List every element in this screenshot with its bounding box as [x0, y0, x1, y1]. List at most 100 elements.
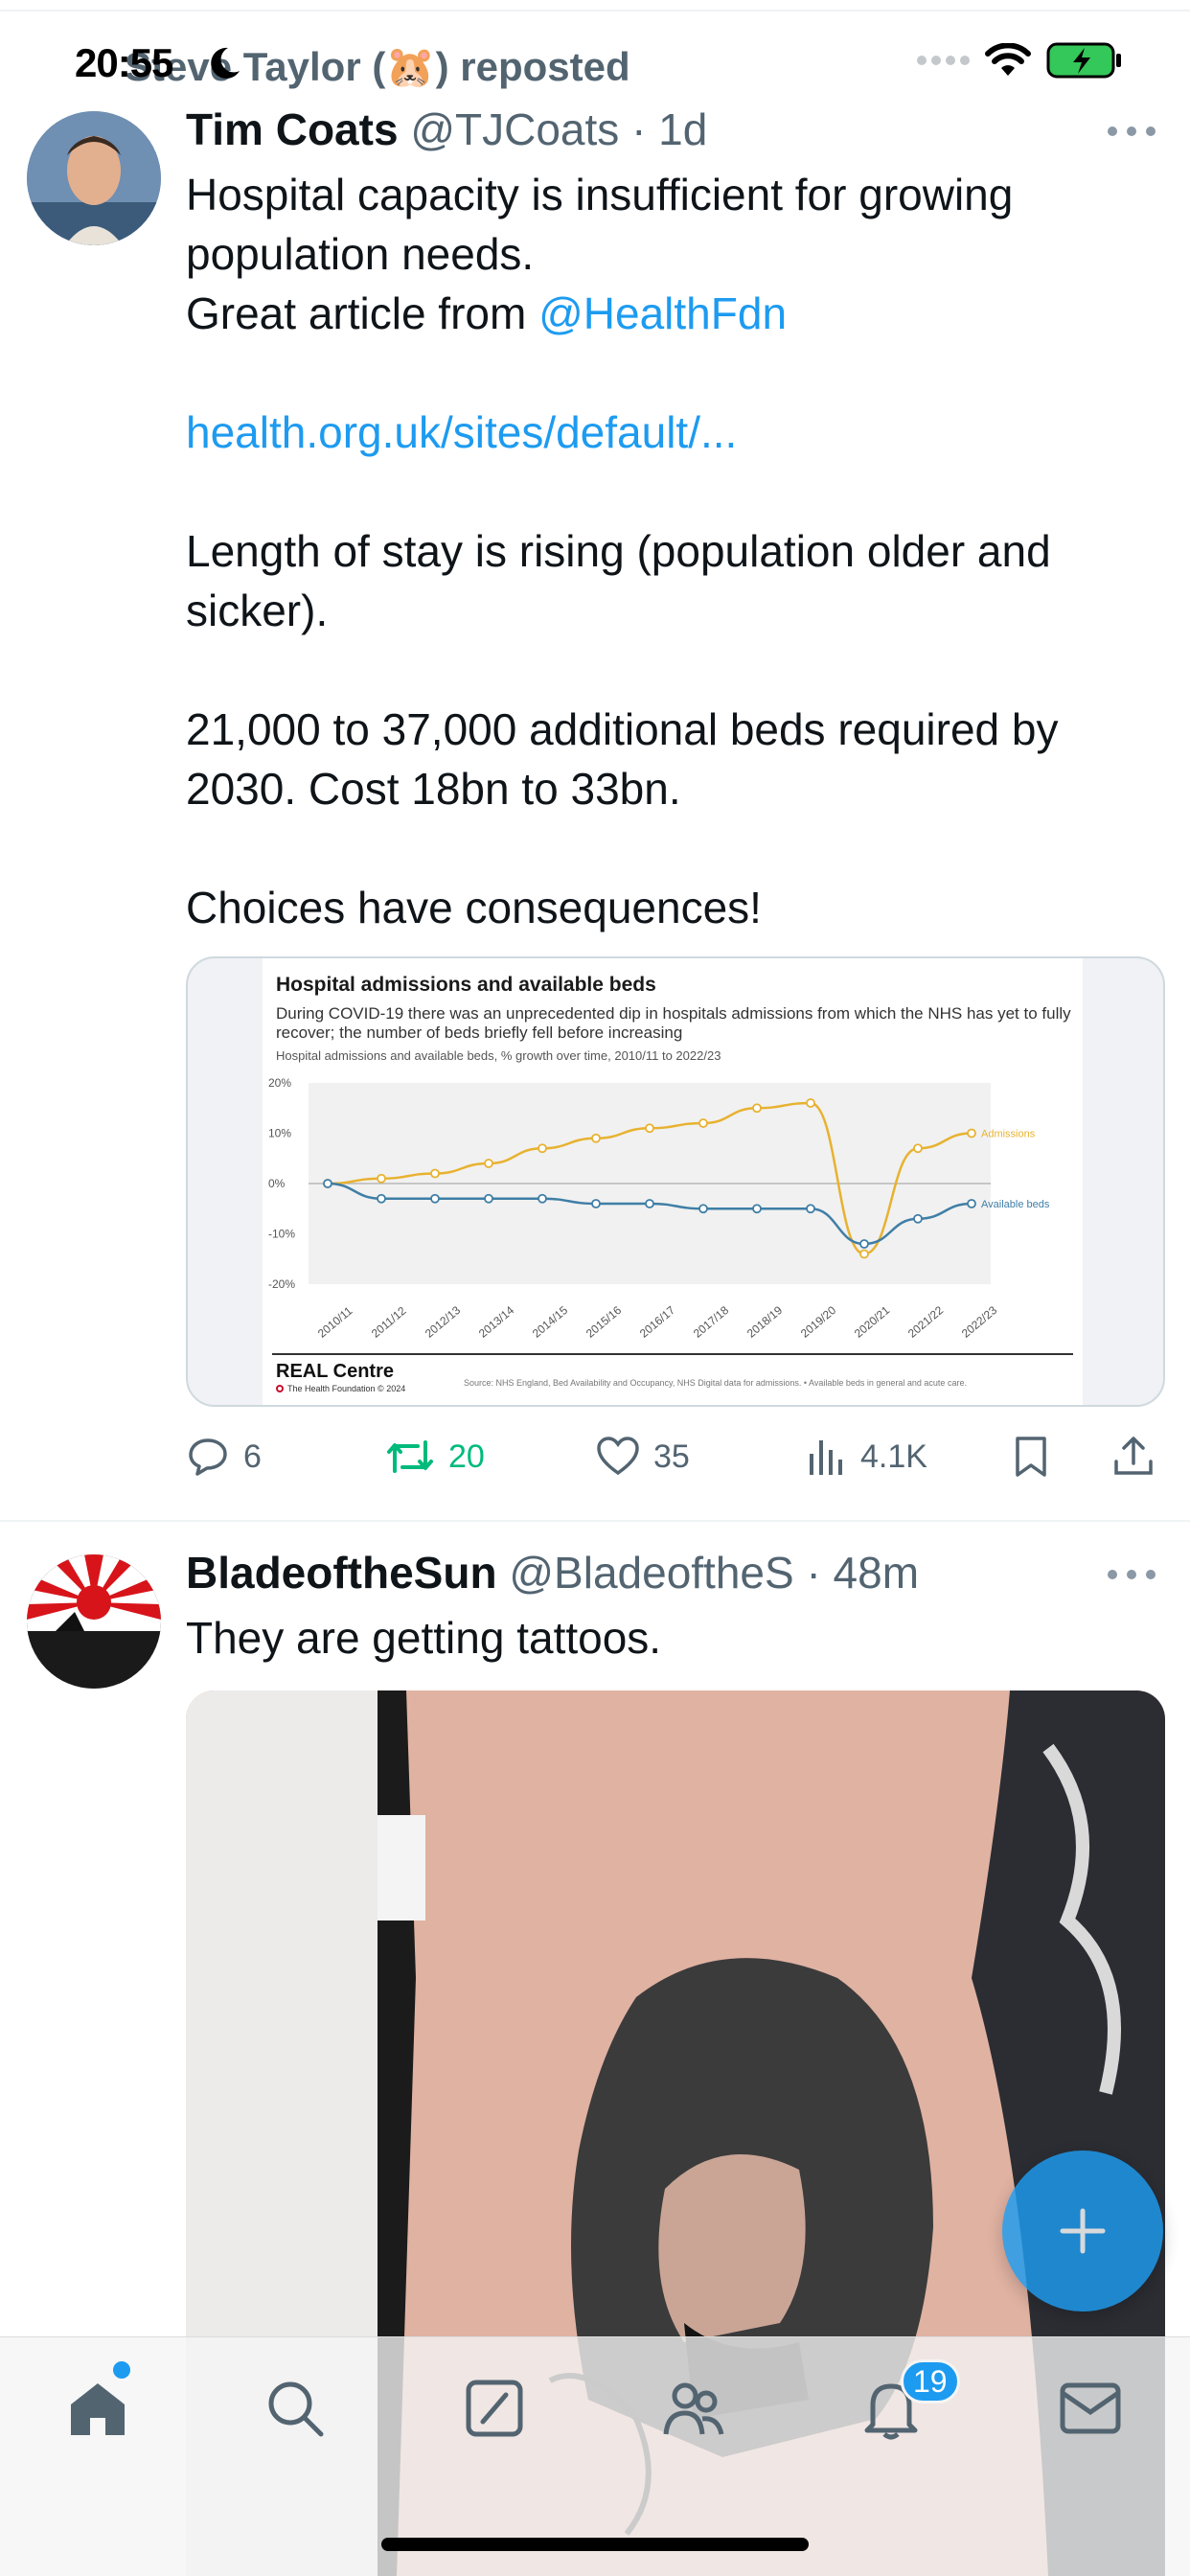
data-point	[591, 1199, 601, 1208]
author-name[interactable]: Tim Coats	[186, 104, 399, 154]
tweet-line: sicker).	[186, 586, 329, 635]
chart-source: Source: NHS England, Bed Availability an…	[464, 1378, 967, 1388]
cellular-signal-icon	[917, 56, 970, 65]
compose-fab[interactable]	[1002, 2150, 1163, 2312]
tweet-author-row: BladeoftheSun @BladeoftheS · 48m	[186, 1547, 919, 1598]
author-name[interactable]: BladeoftheSun	[186, 1548, 497, 1598]
data-point	[377, 1193, 386, 1204]
top-divider	[0, 10, 1190, 12]
x-tick-label: 2017/18	[691, 1303, 731, 1341]
bookmark-icon	[1016, 1437, 1046, 1477]
data-point	[752, 1204, 762, 1214]
tweet-line: Choices have consequences!	[186, 883, 762, 932]
tab-grok[interactable]	[456, 2370, 533, 2447]
data-point	[967, 1128, 976, 1138]
data-point	[752, 1103, 762, 1114]
repost-count: 20	[448, 1438, 485, 1475]
repost-button[interactable]: 20	[385, 1428, 485, 1485]
data-point	[323, 1179, 332, 1188]
grok-icon	[466, 2380, 523, 2437]
data-point	[913, 1213, 923, 1224]
bookmark-button[interactable]	[1012, 1428, 1050, 1485]
x-tick-label: 2010/11	[315, 1303, 355, 1340]
reply-button[interactable]: 6	[186, 1428, 262, 1485]
like-button[interactable]: 35	[596, 1428, 690, 1485]
series-label: Admissions	[981, 1129, 1036, 1140]
data-point	[645, 1199, 654, 1208]
tab-communities[interactable]	[655, 2370, 732, 2447]
communities-icon	[663, 2382, 724, 2435]
chart-brand: REAL Centre	[276, 1361, 394, 1382]
mention-link[interactable]: @HealthFdn	[538, 288, 787, 338]
envelope-icon	[1060, 2382, 1121, 2434]
avatar[interactable]	[27, 1554, 161, 1689]
view-count: 4.1K	[860, 1438, 927, 1475]
tweet-line: Hospital capacity is insufficient for gr…	[186, 170, 1014, 219]
tab-search[interactable]	[257, 2370, 333, 2447]
chart-image: Hospital admissions and available beds D…	[263, 958, 1083, 1405]
x-tick-label: 2018/19	[744, 1303, 785, 1341]
y-tick-label: 0%	[268, 1177, 286, 1190]
x-tick-label: 2015/16	[584, 1303, 624, 1341]
data-point	[698, 1118, 708, 1128]
share-button[interactable]	[1111, 1428, 1156, 1485]
x-tick-label: 2014/15	[530, 1303, 570, 1341]
views-button[interactable]: 4.1K	[807, 1428, 927, 1485]
author-handle-time: @TJCoats · 1d	[410, 104, 708, 154]
repost-icon	[387, 1440, 433, 1473]
moon-icon	[211, 47, 240, 79]
x-tick-label: 2011/12	[369, 1303, 409, 1340]
data-point	[484, 1193, 493, 1204]
tweet-line	[186, 343, 1144, 402]
data-point	[538, 1193, 547, 1204]
reply-count: 6	[243, 1438, 262, 1475]
tweet-line: 21,000 to 37,000 additional beds require…	[186, 704, 1059, 754]
tweet-line: population needs.	[186, 229, 535, 279]
tweet-line-text: Great article from	[186, 288, 539, 338]
more-options-icon[interactable]	[1108, 125, 1156, 138]
data-point	[698, 1204, 708, 1214]
x-tick-label: 2020/21	[852, 1303, 892, 1341]
data-point	[859, 1239, 869, 1249]
x-tick-label: 2021/22	[905, 1303, 946, 1341]
data-point	[430, 1168, 440, 1179]
data-point	[377, 1173, 386, 1184]
battery-charging-icon	[1046, 42, 1121, 79]
plus-icon	[1060, 2208, 1106, 2254]
search-icon	[268, 2381, 324, 2437]
article-link[interactable]: health.org.uk/sites/default/...	[186, 402, 1144, 462]
data-point	[806, 1204, 815, 1214]
home-indicator[interactable]	[381, 2538, 809, 2551]
reply-icon	[189, 1438, 227, 1476]
data-point	[538, 1143, 547, 1154]
tweet-actions: 6 20 35 4.1K	[186, 1428, 1173, 1485]
series-label: Available beds	[981, 1199, 1050, 1210]
y-tick-label: -20%	[268, 1277, 295, 1291]
tweet-line	[186, 640, 1144, 700]
x-tick-label: 2022/23	[959, 1303, 999, 1341]
tweet-author-row: Tim Coats @TJCoats · 1d	[186, 104, 707, 155]
tweet-body: They are getting tattoos.	[186, 1608, 1144, 1668]
home-icon	[71, 2383, 125, 2435]
avatar[interactable]	[27, 111, 161, 245]
data-point	[859, 1249, 869, 1259]
tweet-line: They are getting tattoos.	[186, 1613, 662, 1663]
share-icon	[1114, 1437, 1153, 1475]
x-tick-label: 2016/17	[637, 1303, 677, 1341]
chart-note: Hospital admissions and available beds, …	[276, 1048, 721, 1063]
x-tick-label: 2013/14	[476, 1303, 516, 1341]
data-point	[913, 1143, 923, 1154]
more-options-icon[interactable]	[1108, 1568, 1156, 1581]
tweet-media-card[interactable]: Hospital admissions and available beds D…	[186, 956, 1165, 1407]
tab-messages[interactable]	[1052, 2370, 1129, 2447]
y-tick-label: 10%	[268, 1127, 291, 1140]
author-handle-time: @BladeoftheS · 48m	[509, 1548, 920, 1598]
tweet-line	[186, 818, 1144, 878]
status-time: 20:55	[75, 40, 173, 85]
tweet-line: 2030. Cost 18bn to 33bn.	[186, 764, 681, 814]
tweet-line: Great article from @HealthFdn	[186, 284, 1144, 343]
repost-label[interactable]: Steve Taylor (🐹) reposted	[125, 44, 630, 91]
data-point	[430, 1193, 440, 1204]
x-tick-label: 2012/13	[423, 1303, 463, 1341]
tab-home[interactable]	[59, 2370, 136, 2447]
